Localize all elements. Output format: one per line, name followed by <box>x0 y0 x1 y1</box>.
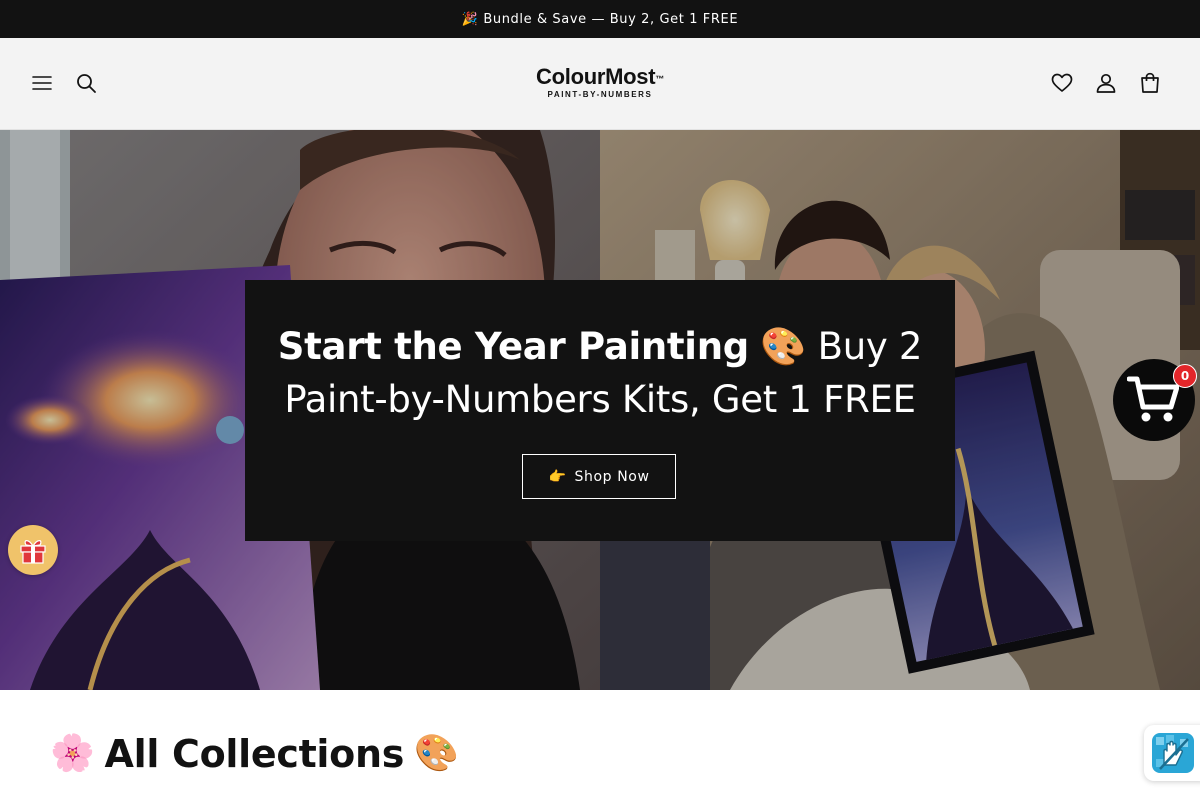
site-header: ColourMost™ PAINT-BY-NUMBERS <box>0 38 1200 130</box>
hero-banner: Start the Year Painting 🎨 Buy 2 Paint-by… <box>0 130 1200 690</box>
announcement-text: 🎉 Bundle & Save — Buy 2, Get 1 FREE <box>461 11 739 27</box>
shop-now-label: Shop Now <box>574 468 650 485</box>
logo[interactable]: ColourMost™ PAINT-BY-NUMBERS <box>500 64 700 104</box>
account-icon[interactable] <box>1094 71 1118 95</box>
announcement-bar: 🎉 Bundle & Save — Buy 2, Get 1 FREE <box>0 0 1200 38</box>
accessibility-hand-icon <box>1152 733 1194 773</box>
bag-icon[interactable] <box>1138 71 1162 95</box>
logo-tagline: PAINT-BY-NUMBERS <box>547 90 653 99</box>
hero-heading: Start the Year Painting 🎨 Buy 2 Paint-by… <box>277 325 923 421</box>
pointing-hand-icon: 👉 <box>548 468 567 485</box>
cart-count-badge: 0 <box>1173 364 1197 388</box>
menu-icon[interactable] <box>30 71 54 95</box>
shopping-cart-icon <box>1127 376 1179 422</box>
heart-icon[interactable] <box>1050 71 1074 95</box>
collections-heading: 🌸 All Collections 🎨 <box>50 726 459 782</box>
gift-icon <box>20 540 46 564</box>
gift-button[interactable] <box>8 525 58 575</box>
collections-title: All Collections <box>104 732 405 776</box>
palette-icon: 🎨 <box>760 325 807 368</box>
palette-icon: 🎨 <box>414 733 459 774</box>
logo-wordmark: ColourMost™ <box>536 64 664 89</box>
search-icon[interactable] <box>74 71 98 95</box>
hero-promo-card: Start the Year Painting 🎨 Buy 2 Paint-by… <box>245 280 955 541</box>
shop-now-button[interactable]: 👉 Shop Now <box>522 454 676 499</box>
flower-icon: 🌸 <box>50 733 95 774</box>
accessibility-button[interactable] <box>1144 725 1200 781</box>
